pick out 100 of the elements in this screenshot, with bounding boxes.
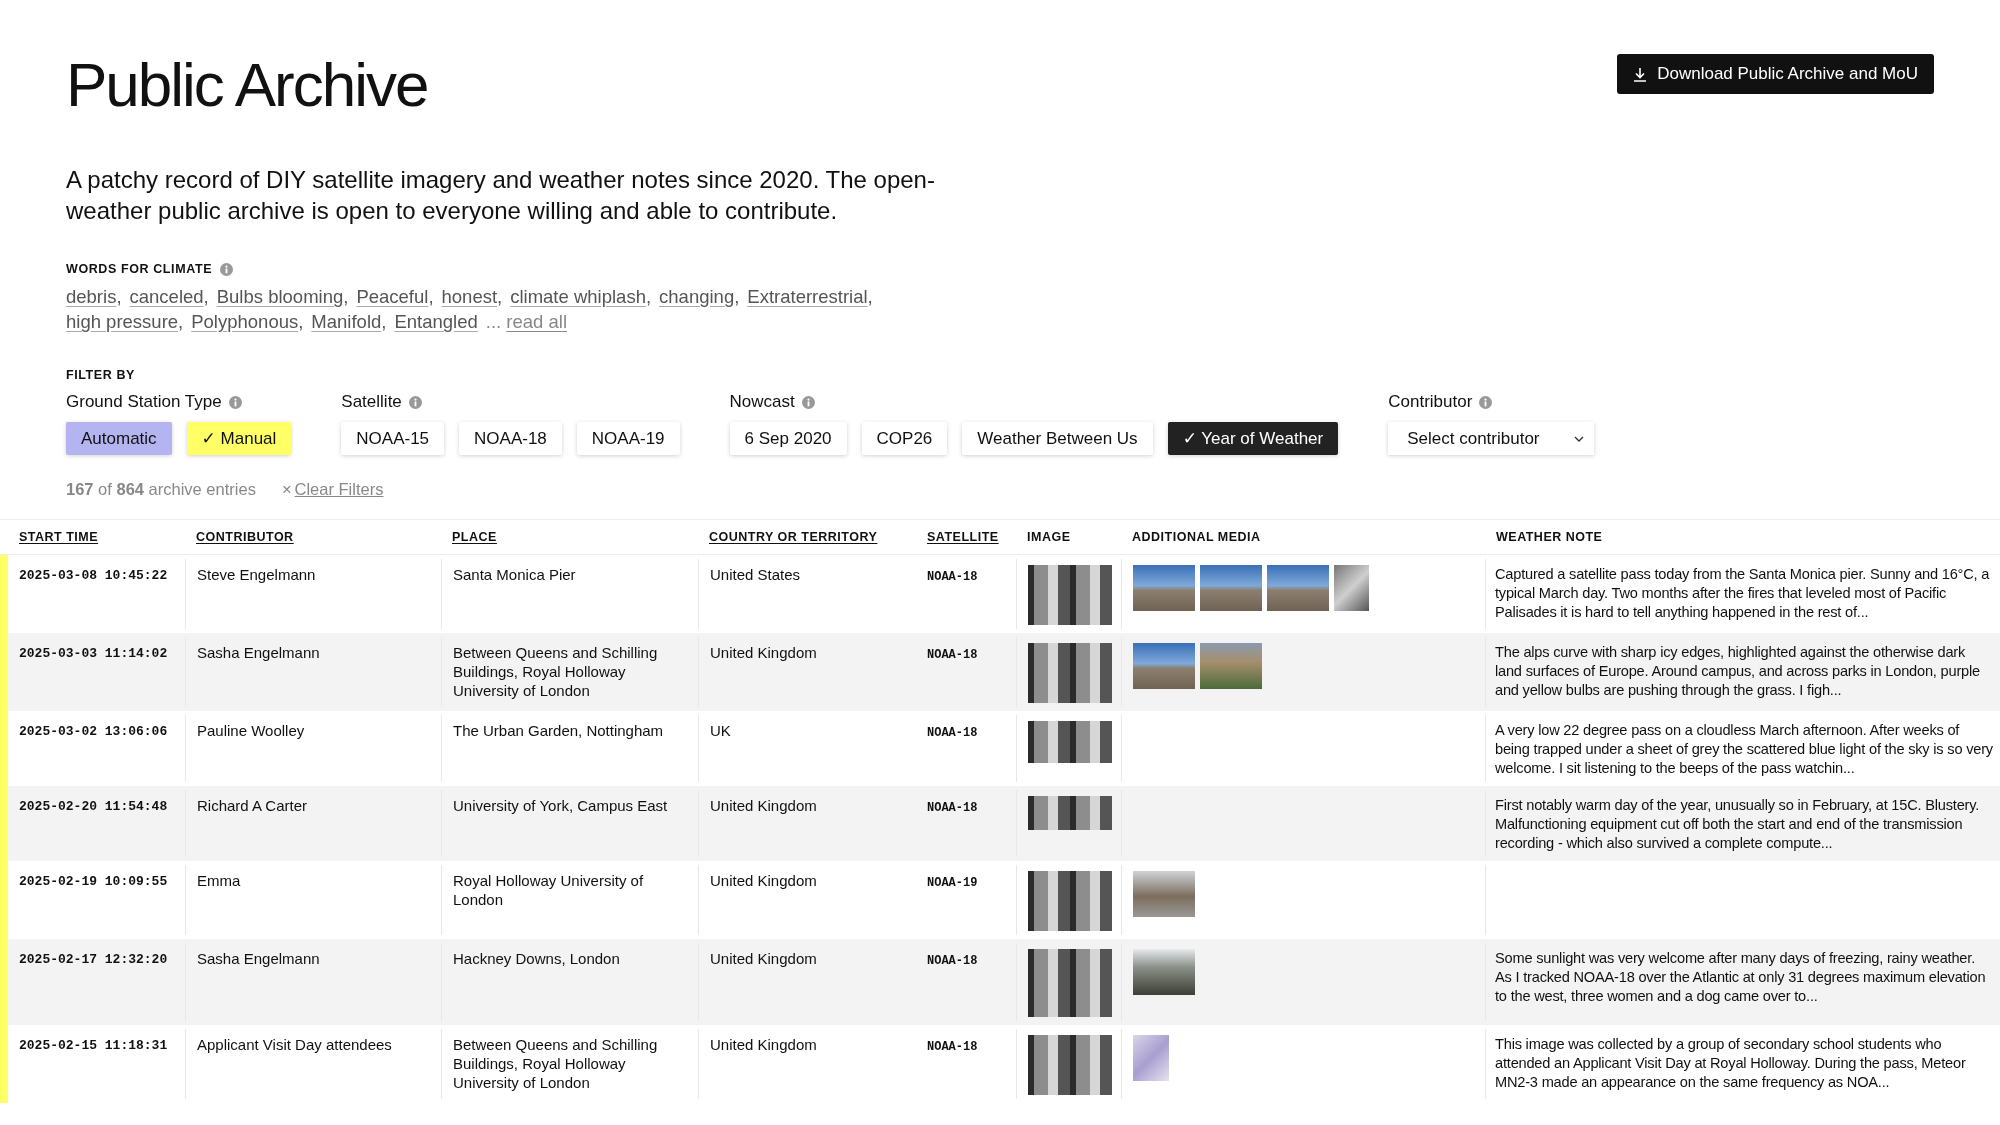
table-row[interactable] (0, 939, 2000, 1025)
satellite-image-thumbnail[interactable] (1028, 796, 1112, 830)
start-time-cell: 2025-03-03 11:14:02 (19, 646, 168, 661)
place-cell: Royal Holloway University of London (453, 872, 644, 908)
satellite-cell: NOAA-18 (927, 801, 978, 815)
country-cell: United Kingdom (710, 950, 817, 967)
filter-chip[interactable]: NOAA-19 (576, 422, 680, 455)
start-time-cell: 2025-03-02 13:06:06 (19, 724, 168, 739)
contributor-cell: Applicant Visit Day attendees (197, 1036, 392, 1053)
column-header[interactable]: SATELLITE (916, 530, 1016, 544)
read-all-link[interactable]: read all (506, 309, 567, 334)
column-header[interactable]: COUNTRY OR TERRITORY (698, 530, 916, 544)
satellite-cell: NOAA-18 (927, 1040, 978, 1054)
satellite-cell: NOAA-19 (927, 876, 978, 890)
climate-word-link[interactable]: Extraterrestrial (747, 284, 868, 309)
clear-filters-link[interactable]: × Clear Filters (281, 480, 384, 499)
table-row[interactable] (0, 633, 2000, 711)
start-time-cell: 2025-02-15 11:18:31 (19, 1038, 168, 1053)
place-cell: Between Queens and Schilling Buildings, Royal Holloway University of London (453, 1036, 658, 1091)
contributor-cell: Sasha Engelmann (197, 644, 320, 661)
satellite-cell: NOAA-18 (927, 954, 978, 968)
filter-chip[interactable]: ✓ Manual (186, 422, 292, 455)
separator: , (381, 310, 387, 334)
weather-note-cell: A very low 22 degree pass on a cloudless March afternoon. After weeks of being trapped under a sheet of grey the scattered blue light of the sky is so very welcome. I sit listening to the beeps of the pass watchin... (1495, 722, 1993, 776)
page-title: Public Archive (66, 50, 428, 120)
separator: , (645, 285, 652, 309)
satellite-image-thumbnail[interactable] (1028, 1035, 1112, 1095)
info-icon[interactable] (228, 395, 242, 409)
start-time-cell: 2025-02-17 12:32:20 (19, 952, 168, 967)
column-header[interactable]: PLACE (441, 530, 698, 544)
climate-word-link[interactable]: canceled (129, 284, 204, 309)
separator: , (734, 285, 740, 309)
info-icon[interactable] (408, 395, 422, 409)
place-cell: University of York, Campus East (453, 797, 668, 814)
climate-word-link[interactable]: Polyphonous (191, 309, 299, 334)
start-time-cell: 2025-02-19 10:09:55 (19, 874, 168, 889)
chevron-down-icon (1574, 435, 1585, 442)
weather-note-cell: The alps curve with sharp icy edges, highlighted against the otherwise dark land surfaces of Europe. Around campus, and across parks in London, purple and yellow bulbs are pushing through the grass. I figh... (1495, 644, 1980, 698)
contributor-select[interactable]: Select contributor (1388, 422, 1595, 455)
filter-group-label: Contributor (1388, 392, 1473, 412)
filter-group-label: Nowcast (729, 392, 795, 412)
column-header: WEATHER NOTE (1495, 530, 1604, 544)
satellite-cell: NOAA-18 (927, 648, 978, 662)
separator: , (343, 285, 349, 309)
place-cell: The Urban Garden, Nottingham (453, 722, 664, 739)
column-header: IMAGE (1026, 530, 1072, 544)
start-time-cell: 2025-03-08 10:45:22 (19, 568, 168, 583)
weather-note-cell: Captured a satellite pass today from the Santa Monica pier. Sunny and 16°C, a typical March day. Two months after the fires that leveled most of Pacific Palisades it is hard to tell anything happened in the rest of... (1495, 566, 1990, 620)
weather-note-cell: First notably warm day of the year, unusually so in February, at 15C. Blustery. Malfunctioning equipment cut off both the start and end of the transmission recording - which also survived a complete compute... (1495, 797, 1980, 851)
climate-word-link[interactable]: honest (441, 284, 498, 309)
filter-group-label: Satellite (341, 392, 402, 412)
column-header[interactable]: START TIME (8, 530, 185, 544)
download-button[interactable]: Download Public Archive and MoU (1617, 54, 1934, 94)
info-icon[interactable] (1479, 395, 1493, 409)
satellite-image-thumbnail[interactable] (1028, 643, 1112, 703)
archive-description: A patchy record of DIY satellite imagery and weather notes since 2020. The open-weather public archive is open to everyone willing and able to contribute. (66, 165, 936, 226)
info-icon[interactable] (801, 395, 815, 409)
filter-chip[interactable]: NOAA-18 (459, 422, 562, 455)
country-cell: United Kingdom (710, 872, 817, 889)
place-cell: Santa Monica Pier (453, 566, 576, 583)
contributor-cell: Pauline Woolley (197, 722, 305, 739)
climate-word-link[interactable]: debris (66, 284, 117, 309)
table-row[interactable] (0, 786, 2000, 861)
satellite-image-thumbnail[interactable] (1028, 565, 1112, 625)
section-label: WORDS FOR CLIMATE (66, 262, 213, 276)
satellite-image-thumbnail[interactable] (1028, 721, 1112, 763)
satellite-cell: NOAA-18 (927, 570, 978, 584)
filter-chip[interactable]: NOAA-15 (341, 422, 445, 455)
contributor-cell: Sasha Engelmann (197, 950, 320, 967)
info-icon[interactable] (220, 262, 234, 276)
climate-word-link[interactable]: climate whiplash (510, 284, 646, 309)
contributor-cell: Steve Engelmann (197, 566, 316, 583)
column-header: ADDITIONAL MEDIA (1131, 530, 1262, 544)
country-cell: United Kingdom (710, 1036, 817, 1053)
climate-word-link[interactable]: Manifold (311, 309, 382, 334)
filter-chip[interactable]: Weather Between Us (962, 422, 1153, 455)
country-cell: United States (710, 566, 801, 583)
satellite-image-thumbnail[interactable] (1028, 949, 1112, 1017)
entries-count: 167 of 864 archive entries (66, 480, 256, 499)
country-cell: UK (710, 722, 731, 739)
filter-chip[interactable]: COP26 (861, 422, 948, 455)
ellipsis: ... (485, 310, 502, 334)
separator: , (298, 310, 304, 334)
climate-word-link[interactable]: changing (659, 284, 735, 309)
column-header[interactable]: CONTRIBUTOR (185, 530, 441, 544)
climate-word-link[interactable]: Entangled (394, 309, 478, 334)
filter-chip[interactable]: 6 Sep 2020 (729, 422, 847, 455)
climate-word-link[interactable]: Peaceful (356, 284, 429, 309)
satellite-image-thumbnail[interactable] (1028, 871, 1112, 931)
place-cell: Hackney Downs, London (453, 950, 620, 967)
filter-chip[interactable]: Automatic (66, 422, 172, 455)
place-cell: Between Queens and Schilling Buildings, Royal Holloway University of London (453, 644, 658, 699)
filter-chip[interactable]: ✓ Year of Weather (1167, 422, 1339, 455)
separator: , (867, 285, 873, 309)
separator: , (428, 285, 434, 309)
separator: , (116, 285, 122, 309)
climate-word-link[interactable]: Bulbs blooming (216, 284, 344, 309)
photo-placeholder[interactable] (1133, 949, 1195, 995)
separator: , (497, 285, 503, 309)
climate-word-link[interactable]: high pressure (66, 309, 179, 334)
